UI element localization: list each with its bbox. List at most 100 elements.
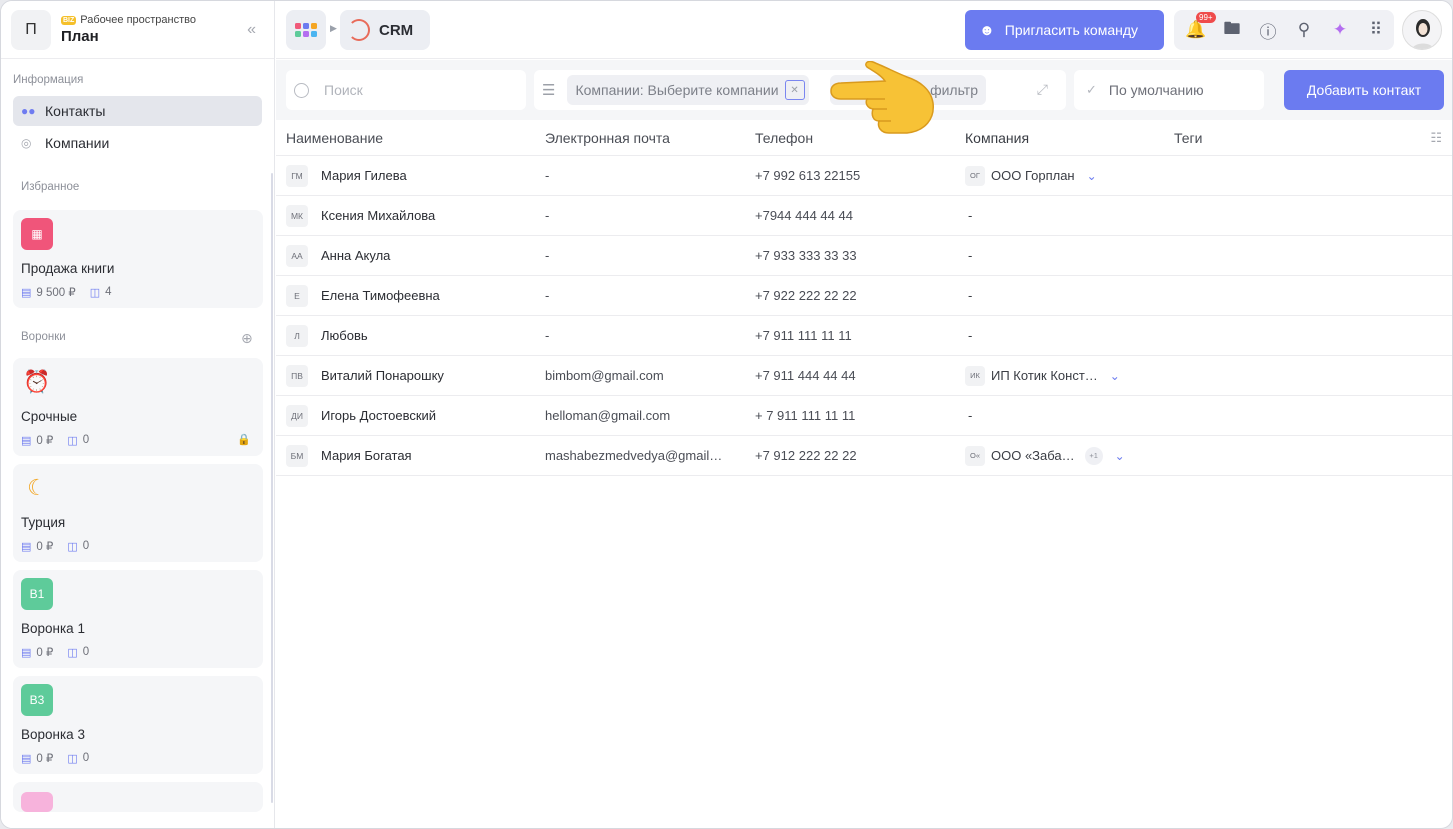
card-count: 0	[82, 434, 90, 446]
filter-settings-icon[interactable]: ☰	[542, 81, 555, 99]
deals-icon: ◫	[67, 434, 78, 447]
contact-email: bimbom@gmail.com	[545, 368, 664, 383]
contact-phone: + 7 911 111 11 11	[755, 408, 856, 423]
alarm-clock-icon: ⏰	[23, 369, 51, 394]
workspace-header[interactable]: П BIZ Рабочее пространство План «	[1, 1, 274, 59]
card-title: Продажа книги	[21, 261, 115, 276]
more-companies-badge[interactable]: +1	[1084, 446, 1103, 465]
moon-icon: ☾	[27, 475, 47, 500]
contact-initials: МК	[286, 204, 308, 227]
apps-grid-icon	[295, 23, 317, 37]
card-amount: 9 500 ₽	[36, 287, 76, 299]
contact-company[interactable]: ООО Горплан	[991, 168, 1075, 183]
sidebar-item-companies[interactable]: ◎ Компании	[13, 128, 262, 158]
close-icon[interactable]: ✕	[784, 80, 805, 100]
chart-icon: ▤	[21, 286, 32, 299]
add-user-icon: ☻	[979, 21, 995, 39]
contact-name: Елена Тимофеевна	[321, 288, 440, 303]
table-header: Наименование Электронная почта Телефон К…	[276, 120, 1452, 156]
table-row[interactable]: ДИ Игорь Достоевский helloman@gmail.com +…	[276, 396, 1452, 436]
card-title: Воронка 1	[21, 621, 85, 636]
contact-email: -	[545, 168, 550, 183]
filter-box[interactable]: ☰ Компании: Выберите компании ✕ фильтр ⤢	[534, 70, 1066, 110]
funnel-card-funnel-3[interactable]: В3 Воронка 3 ▤ 0 ₽ ◫ 0	[13, 676, 263, 774]
table-row[interactable]: Е Елена Тимофеевна - +7 922 222 22 22 -	[276, 276, 1452, 316]
table-row[interactable]: Л Любовь - +7 911 111 11 11 -	[276, 316, 1452, 356]
search-placeholder: Поиск	[324, 82, 363, 98]
add-contact-button[interactable]: Добавить контакт	[1284, 70, 1444, 110]
col-header-email[interactable]: Электронная почта	[545, 130, 670, 146]
chevron-down-icon[interactable]: ⌄	[1115, 449, 1125, 463]
chevron-down-icon[interactable]: ⌄	[1087, 169, 1097, 183]
contact-name: Виталий Понарошку	[321, 368, 444, 383]
company-filter-chip[interactable]: Компании: Выберите компании ✕	[567, 75, 809, 105]
sidebar-item-contacts[interactable]: ●● Контакты	[13, 96, 262, 126]
sidebar-item-label: Контакты	[45, 103, 106, 119]
apps-button[interactable]	[286, 10, 326, 50]
contact-initials: ГМ	[286, 164, 308, 187]
crm-label: CRM	[379, 21, 414, 39]
table-row[interactable]: АА Анна Акула - +7 933 333 33 33 -	[276, 236, 1452, 276]
contact-company[interactable]: ИП Котик Конст…	[991, 368, 1098, 383]
add-funnel-icon[interactable]: ⊕	[241, 330, 253, 347]
crm-logo-icon	[348, 19, 370, 41]
funnel-card-partial[interactable]	[13, 782, 263, 812]
funnel-badge: В3	[21, 684, 53, 716]
table-row[interactable]: МК Ксения Михайлова - +7944 444 44 44 -	[276, 196, 1452, 236]
search-input[interactable]: Поиск	[286, 70, 526, 110]
help-icon[interactable]: ⓘ	[1254, 18, 1282, 43]
sidebar: П BIZ Рабочее пространство План « Информа…	[1, 1, 275, 828]
contact-phone: +7 911 444 44 44	[755, 368, 856, 383]
col-header-name[interactable]: Наименование	[286, 130, 383, 146]
invite-team-button[interactable]: ☻ Пригласить команду	[965, 10, 1164, 50]
contact-email: mashabezmedvedya@gmail…	[545, 448, 723, 463]
search-icon[interactable]: ⚲	[1290, 20, 1318, 40]
card-count: 4	[105, 286, 112, 298]
col-header-phone[interactable]: Телефон	[755, 130, 813, 146]
collapse-sidebar-icon[interactable]: «	[247, 21, 256, 39]
sidebar-item-label: Компании	[45, 135, 110, 151]
column-settings-icon[interactable]: ☷	[1430, 130, 1442, 146]
card-amount: 0 ₽	[36, 647, 54, 659]
col-header-company[interactable]: Компания	[965, 130, 1029, 146]
user-avatar[interactable]	[1402, 10, 1442, 50]
contact-initials: Л	[286, 324, 308, 347]
card-title: Турция	[21, 515, 66, 530]
table-row[interactable]: БМ Мария Богатая mashabezmedvedya@gmail… …	[276, 436, 1452, 476]
contact-name: Ксения Михайлова	[321, 208, 436, 223]
table-row[interactable]: ПВ Виталий Понарошку bimbom@gmail.com +7 …	[276, 356, 1452, 396]
contacts-icon: ●●	[21, 104, 36, 118]
chevron-down-icon[interactable]: ⌄	[1110, 369, 1120, 383]
funnel-card-turkey[interactable]: ☾ Турция ▤ 0 ₽ ◫ 0	[13, 464, 263, 562]
contact-email: helloman@gmail.com	[545, 408, 671, 423]
check-icon: ✓	[1086, 82, 1097, 97]
col-header-tags[interactable]: Теги	[1174, 130, 1202, 146]
contact-company: -	[968, 208, 973, 223]
bell-icon[interactable]: 🔔 99+	[1182, 12, 1216, 40]
folder-icon[interactable]: 🖿	[1218, 16, 1246, 45]
table-row[interactable]: ГМ Мария Гилева - +7 992 613 22155 ОГ ООО …	[276, 156, 1452, 196]
chart-icon: ▤	[21, 434, 32, 447]
sort-default-select[interactable]: ✓ По умолчанию	[1074, 70, 1264, 110]
ai-sparkle-icon[interactable]: ✦	[1326, 20, 1354, 40]
funnel-badge: В1	[21, 578, 53, 610]
contact-name: Мария Богатая	[321, 448, 412, 463]
crm-breadcrumb[interactable]: CRM	[340, 10, 430, 50]
contact-initials: АА	[286, 244, 308, 267]
contact-phone: +7 911 111 11 11	[755, 328, 852, 343]
apps-menu-icon[interactable]: ⠿	[1362, 20, 1390, 40]
company-filter-label: Компании: Выберите компании	[575, 82, 779, 98]
invite-label: Пригласить команду	[1004, 22, 1139, 38]
workspace-avatar[interactable]: П	[11, 9, 51, 50]
funnel-card-funnel-1[interactable]: В1 Воронка 1 ▤ 0 ₽ ◫ 0	[13, 570, 263, 668]
contact-initials: БМ	[286, 444, 308, 467]
sidebar-scrollbar[interactable]	[271, 173, 273, 803]
card-title: Воронка 3	[21, 727, 85, 742]
contact-company[interactable]: ООО «Заба…	[991, 448, 1075, 463]
funnel-card-urgent[interactable]: ⏰ Срочные ▤ 0 ₽ ◫ 0 🔒	[13, 358, 263, 456]
company-initials: ОГ	[965, 165, 985, 186]
favorite-card-book-sale[interactable]: ▦ Продажа книги ▤ 9 500 ₽ ◫ 4	[13, 210, 263, 308]
workspace-title: План	[61, 28, 99, 45]
expand-icon[interactable]: ⤢	[1037, 81, 1048, 98]
contact-company: -	[968, 288, 973, 303]
